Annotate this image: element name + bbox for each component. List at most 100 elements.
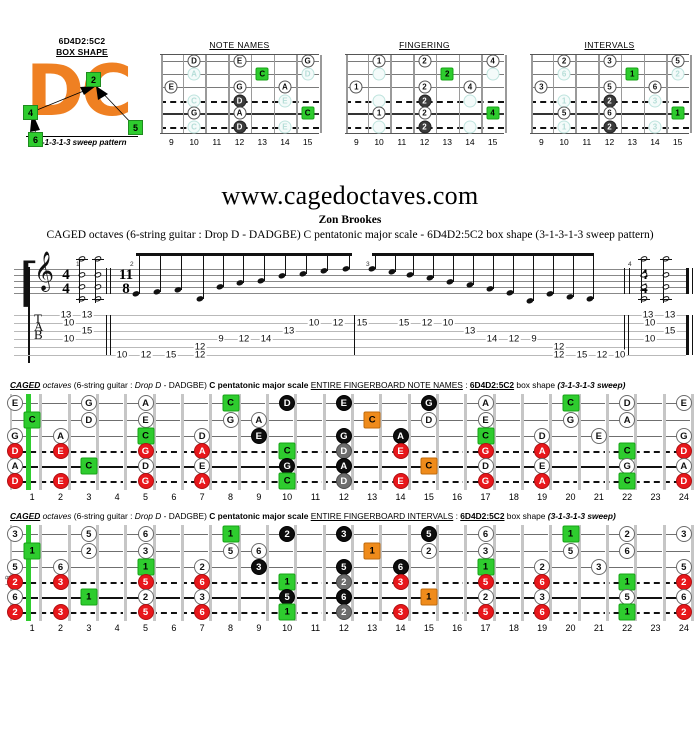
mini-note-marker[interactable]: A	[278, 80, 292, 94]
fret-note-marker[interactable]: G	[222, 412, 239, 428]
tab-fret-number[interactable]: 14	[485, 333, 499, 345]
fret-note-marker[interactable]: G	[477, 473, 494, 489]
fret-note-marker[interactable]: C	[618, 442, 636, 460]
fret-note-marker[interactable]: 5	[477, 574, 494, 590]
fret-note-marker[interactable]: 2	[675, 604, 692, 620]
fret-note-marker[interactable]: 2	[7, 604, 23, 620]
mini-note-marker[interactable]	[463, 120, 477, 134]
mini-note-marker[interactable]: D	[301, 67, 315, 81]
fret-note-marker[interactable]: A	[7, 458, 23, 474]
fret-note-marker[interactable]: C	[222, 394, 239, 412]
fret-note-marker[interactable]: 2	[7, 574, 23, 590]
fret-note-marker[interactable]: A	[477, 395, 494, 411]
fret-note-marker[interactable]: 6	[250, 543, 267, 559]
mini-note-marker[interactable]: 5	[557, 106, 571, 120]
mini-note-marker[interactable]: 2	[557, 54, 571, 68]
tab-fret-number[interactable]: 14	[259, 333, 273, 345]
fret-note-marker[interactable]: 3	[675, 526, 692, 542]
mini-note-marker[interactable]: A	[233, 106, 246, 120]
fret-note-marker[interactable]: 1	[363, 542, 381, 560]
fret-note-marker[interactable]: 5	[137, 574, 154, 590]
fret-note-marker[interactable]: 3	[137, 543, 154, 559]
mini-note-marker[interactable]: 6	[557, 67, 571, 81]
mini-note-marker[interactable]: 5	[603, 80, 616, 94]
fret-note-marker[interactable]: G	[335, 428, 352, 444]
fret-note-marker[interactable]: E	[392, 443, 409, 459]
tab-fret-number[interactable]: 12	[139, 349, 153, 361]
fret-note-marker[interactable]: 6	[619, 543, 636, 559]
note-names-fretboard[interactable]: EGACDEGACDECDEGACDEGAGACDEGACDEGDEGACDEG…	[7, 394, 694, 490]
fret-note-marker[interactable]: A	[194, 473, 211, 489]
fret-note-marker[interactable]: D	[335, 443, 352, 459]
fret-note-marker[interactable]: 1	[137, 558, 154, 576]
fret-note-marker[interactable]: D	[477, 458, 494, 474]
fret-note-marker[interactable]: E	[7, 395, 23, 411]
fret-note-marker[interactable]: 1	[278, 603, 296, 621]
fret-note-marker[interactable]: A	[392, 428, 409, 444]
fret-note-marker[interactable]: 1	[618, 603, 636, 621]
mini-note-marker[interactable]: 1	[372, 106, 386, 120]
fret-note-marker[interactable]: 2	[194, 559, 211, 575]
fret-note-marker[interactable]: D	[279, 395, 296, 411]
fret-note-marker[interactable]: D	[420, 412, 437, 428]
fret-note-marker[interactable]: 3	[590, 559, 607, 575]
fret-note-marker[interactable]: C	[363, 411, 381, 429]
mini-note-marker[interactable]	[372, 67, 386, 81]
mini-note-marker[interactable]: 6	[603, 106, 616, 120]
fret-note-marker[interactable]: 1	[222, 525, 239, 543]
mini-note-marker[interactable]: D	[187, 54, 201, 68]
fret-note-marker[interactable]: C	[278, 472, 296, 490]
fret-note-marker[interactable]: 1	[23, 542, 41, 560]
fret-note-marker[interactable]: 2	[420, 543, 437, 559]
fret-note-marker[interactable]: 3	[52, 604, 69, 620]
mini-note-marker[interactable]: 6	[648, 80, 662, 94]
fret-note-marker[interactable]: 5	[562, 543, 579, 559]
mini-note-marker[interactable]: 3	[603, 54, 616, 68]
fret-note-marker[interactable]: 3	[392, 574, 409, 590]
fret-note-marker[interactable]: 6	[534, 604, 551, 620]
tab-fret-number[interactable]: 13	[80, 309, 94, 321]
mini-note-marker[interactable]: 3	[648, 120, 662, 134]
fret-note-marker[interactable]: 1	[618, 573, 636, 591]
tab-fret-number[interactable]: 10	[643, 317, 657, 329]
fret-note-marker[interactable]: 3	[250, 559, 267, 575]
tab-fret-number[interactable]: 10	[62, 333, 76, 345]
fret-note-marker[interactable]: 2	[534, 559, 551, 575]
mini-note-marker[interactable]: C	[301, 106, 315, 120]
mini-note-marker[interactable]: C	[187, 94, 201, 107]
mini-note-marker[interactable]: 1	[671, 106, 685, 120]
mini-note-marker[interactable]: E	[278, 120, 292, 134]
fret-note-marker[interactable]: G	[675, 428, 692, 444]
fret-note-marker[interactable]: G	[137, 473, 154, 489]
fret-note-marker[interactable]: G	[562, 412, 579, 428]
fret-note-marker[interactable]: 2	[619, 526, 636, 542]
tab-fret-number[interactable]: 12	[193, 349, 207, 361]
fret-note-marker[interactable]: 3	[7, 526, 23, 542]
fret-note-marker[interactable]: E	[335, 395, 352, 411]
mini-note-marker[interactable]: D	[233, 120, 246, 134]
fret-note-marker[interactable]: 5	[675, 559, 692, 575]
tab-fret-number[interactable]: 9	[530, 333, 538, 345]
fret-note-marker[interactable]: D	[675, 443, 692, 459]
fret-note-marker[interactable]: 5	[7, 559, 23, 575]
fret-note-marker[interactable]: 1	[477, 558, 494, 576]
fret-note-marker[interactable]: C	[477, 427, 494, 445]
mini-note-marker[interactable]: 4	[486, 106, 500, 120]
fret-note-marker[interactable]: D	[194, 428, 211, 444]
fret-note-marker[interactable]: 6	[675, 589, 692, 605]
fret-note-marker[interactable]: E	[194, 458, 211, 474]
tab-fret-number[interactable]: 12	[237, 333, 251, 345]
fret-note-marker[interactable]: G	[7, 428, 23, 444]
tab-fret-number[interactable]: 15	[663, 325, 677, 337]
tab-fret-number[interactable]: 10	[643, 333, 657, 345]
fret-note-marker[interactable]: A	[52, 428, 69, 444]
fret-note-marker[interactable]: 1	[420, 588, 438, 606]
fret-note-marker[interactable]: A	[534, 443, 551, 459]
fret-note-marker[interactable]: E	[137, 412, 154, 428]
intervals-fretboard[interactable]: 3561235612312356123565612356123523561235…	[7, 525, 694, 621]
fret-note-marker[interactable]: G	[420, 395, 437, 411]
fret-note-marker[interactable]: 6	[534, 574, 551, 590]
fret-note-marker[interactable]: 6	[52, 559, 69, 575]
fret-note-marker[interactable]: A	[335, 458, 352, 474]
fret-note-marker[interactable]: E	[477, 412, 494, 428]
